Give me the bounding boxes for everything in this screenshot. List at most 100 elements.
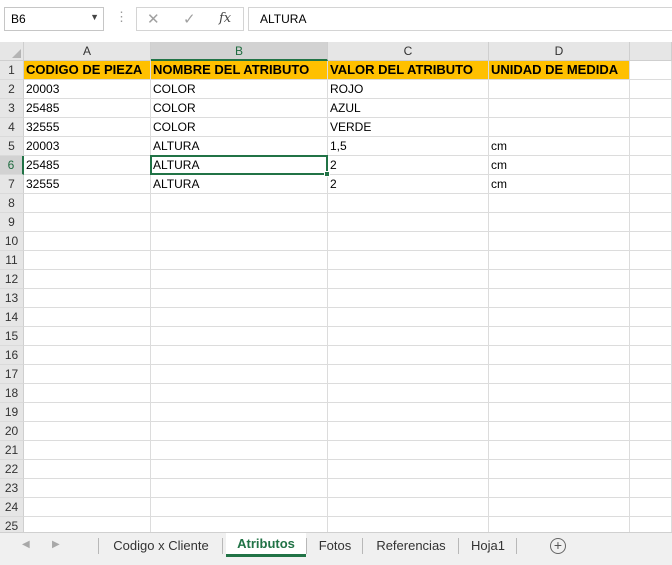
row-header-5[interactable]: 5 (0, 137, 24, 156)
grid-cell[interactable] (489, 403, 630, 422)
grid-cell[interactable] (630, 365, 672, 384)
grid-cell[interactable] (328, 232, 489, 251)
grid-cell[interactable] (489, 289, 630, 308)
grid-cell[interactable] (328, 441, 489, 460)
grid-cell[interactable] (151, 460, 328, 479)
row-header-16[interactable]: 16 (0, 346, 24, 365)
grid-cell[interactable] (489, 422, 630, 441)
data-cell-b3[interactable]: COLOR (151, 99, 328, 118)
header-cell-d[interactable]: UNIDAD DE MEDIDA (489, 61, 630, 80)
scroll-right-icon[interactable]: ▶ (52, 539, 60, 550)
grid-cell[interactable] (328, 384, 489, 403)
row-header-6[interactable]: 6 (0, 156, 24, 175)
row-header-9[interactable]: 9 (0, 213, 24, 232)
data-cell-c6[interactable]: 2 (328, 156, 489, 175)
grid-cell[interactable] (24, 232, 151, 251)
data-cell-b7[interactable]: ALTURA (151, 175, 328, 194)
grid-cell[interactable] (489, 327, 630, 346)
row-header-19[interactable]: 19 (0, 403, 24, 422)
grid-cell[interactable] (24, 384, 151, 403)
column-header-d[interactable]: D (489, 42, 630, 61)
name-box[interactable]: B6 ▼ (4, 7, 104, 31)
grid-cell[interactable] (630, 156, 672, 175)
row-header-10[interactable]: 10 (0, 232, 24, 251)
insert-function-icon[interactable]: fx (219, 11, 231, 26)
grid-cell[interactable] (328, 270, 489, 289)
add-sheet-button[interactable]: + (550, 538, 566, 554)
grid-cell[interactable] (151, 498, 328, 517)
data-cell-a3[interactable]: 25485 (24, 99, 151, 118)
data-cell-a7[interactable]: 32555 (24, 175, 151, 194)
grid-cell[interactable] (24, 517, 151, 532)
row-header-2[interactable]: 2 (0, 80, 24, 99)
row-header-20[interactable]: 20 (0, 422, 24, 441)
grid-cell[interactable] (489, 517, 630, 532)
spreadsheet-grid[interactable]: ABCD 1 2 3 4 5 6 7 8 9 10 11 12 13 14 15 16 17 18 19 20 21 22… (0, 42, 672, 532)
grid-cell[interactable] (151, 232, 328, 251)
data-cell-a5[interactable]: 20003 (24, 137, 151, 156)
grid-cell[interactable] (151, 422, 328, 441)
grid-cell[interactable] (630, 99, 672, 118)
scroll-left-icon[interactable]: ◀ (22, 539, 30, 550)
row-header-18[interactable]: 18 (0, 384, 24, 403)
grid-cell[interactable] (24, 460, 151, 479)
row-header-23[interactable]: 23 (0, 479, 24, 498)
grid-cell[interactable] (489, 365, 630, 384)
grid-cell[interactable] (328, 460, 489, 479)
column-header-a[interactable]: A (24, 42, 151, 61)
grid-cell[interactable] (24, 194, 151, 213)
chevron-down-icon[interactable]: ▼ (90, 12, 99, 22)
grid-cell[interactable] (489, 460, 630, 479)
grid-cell[interactable] (24, 441, 151, 460)
row-header-3[interactable]: 3 (0, 99, 24, 118)
grid-cell[interactable] (24, 346, 151, 365)
grid-cell[interactable] (151, 346, 328, 365)
sheet-tab-codigo-x-cliente[interactable]: Codigo x Cliente (100, 533, 222, 559)
grid-cell[interactable] (630, 498, 672, 517)
grid-cell[interactable] (630, 403, 672, 422)
grid-cell[interactable] (489, 118, 630, 137)
grid-cell[interactable] (151, 441, 328, 460)
row-header-7[interactable]: 7 (0, 175, 24, 194)
grid-cell[interactable] (630, 175, 672, 194)
grid-cell[interactable] (630, 251, 672, 270)
row-header-17[interactable]: 17 (0, 365, 24, 384)
grid-cell[interactable] (630, 308, 672, 327)
grid-cell[interactable] (489, 441, 630, 460)
select-all-corner[interactable] (0, 42, 24, 61)
data-cell-c2[interactable]: ROJO (328, 80, 489, 99)
grid-cell[interactable] (24, 327, 151, 346)
grid-cell[interactable] (151, 327, 328, 346)
data-cell-d6[interactable]: cm (489, 156, 630, 175)
grid-cell[interactable] (489, 270, 630, 289)
grid-cell[interactable] (328, 213, 489, 232)
grid-cell[interactable] (489, 479, 630, 498)
grid-cell[interactable] (151, 213, 328, 232)
grid-cell[interactable] (24, 308, 151, 327)
data-cell-c7[interactable]: 2 (328, 175, 489, 194)
sheet-tab-atributos[interactable]: Atributos (226, 533, 306, 557)
grid-cell[interactable] (24, 479, 151, 498)
grid-cell[interactable] (328, 308, 489, 327)
row-header-15[interactable]: 15 (0, 327, 24, 346)
grid-cell[interactable] (24, 270, 151, 289)
grid-cell[interactable] (630, 346, 672, 365)
data-cell-b4[interactable]: COLOR (151, 118, 328, 137)
grid-cell[interactable] (328, 403, 489, 422)
grid-cell[interactable] (151, 384, 328, 403)
grid-cell[interactable] (630, 422, 672, 441)
formula-input[interactable]: ALTURA (248, 7, 672, 31)
grid-cell[interactable] (630, 517, 672, 532)
column-header-c[interactable]: C (328, 42, 489, 61)
row-header-11[interactable]: 11 (0, 251, 24, 270)
row-header-4[interactable]: 4 (0, 118, 24, 137)
grid-cell[interactable] (328, 327, 489, 346)
grid-cell[interactable] (328, 422, 489, 441)
grid-cell[interactable] (24, 498, 151, 517)
sheet-tab-referencias[interactable]: Referencias (364, 533, 458, 559)
grid-cell[interactable] (151, 251, 328, 270)
grid-cell[interactable] (24, 403, 151, 422)
row-header-22[interactable]: 22 (0, 460, 24, 479)
data-cell-b5[interactable]: ALTURA (151, 137, 328, 156)
grid-cell[interactable] (328, 498, 489, 517)
